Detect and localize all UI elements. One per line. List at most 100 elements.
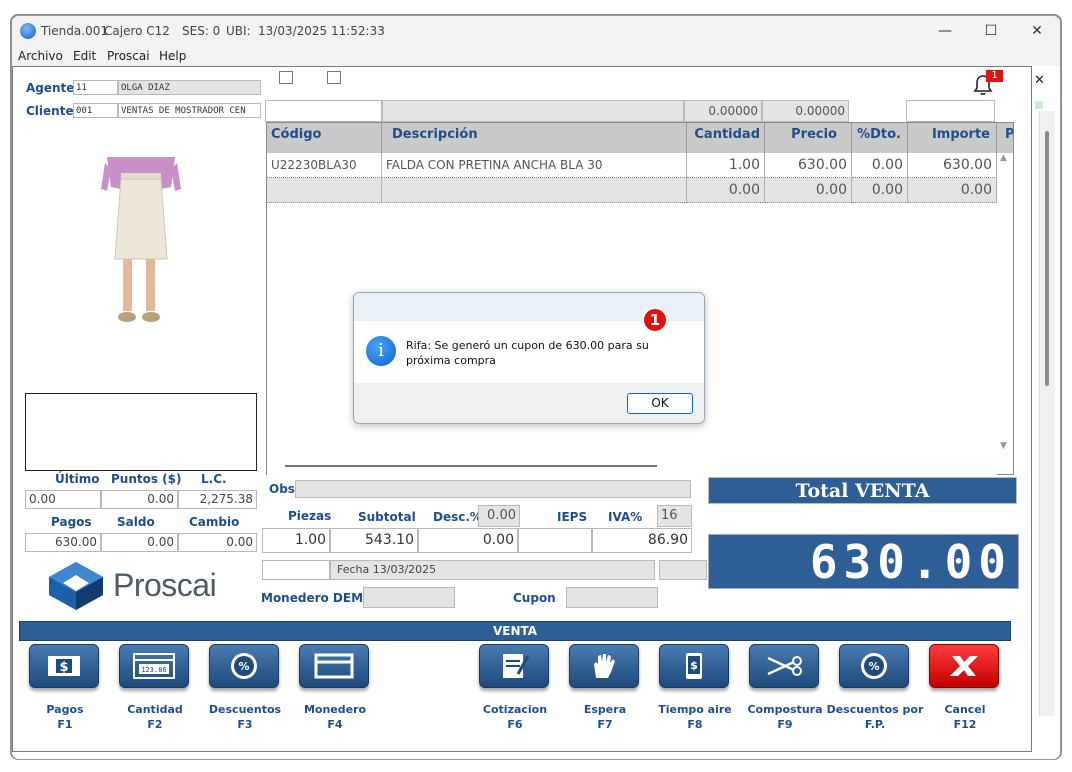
- pagos-f1-button[interactable]: $ Pagos F1: [21, 644, 101, 736]
- menu-archivo[interactable]: Archivo: [18, 49, 63, 63]
- total-venta-label: Total VENTA: [708, 477, 1017, 504]
- grid-vertical-scrollbar[interactable]: ▲ ▼: [997, 153, 1013, 456]
- side-close-icon[interactable]: ✕: [1034, 73, 1045, 88]
- ok-button[interactable]: OK: [627, 393, 693, 414]
- cantidad-f2-button[interactable]: 123.86 Cantidad F2: [111, 644, 191, 736]
- info-icon: i: [366, 336, 396, 366]
- title-ubi: UBI:: [226, 24, 251, 38]
- espera-button-label: Espera F7: [583, 703, 627, 731]
- pagos-button-label: Pagos F1: [46, 703, 84, 731]
- scroll-down-icon[interactable]: ▼: [1000, 441, 1007, 451]
- scroll-up-icon[interactable]: ▲: [1000, 153, 1007, 163]
- menu-proscai[interactable]: Proscai: [107, 49, 150, 63]
- iva-label: IVA%: [608, 510, 643, 524]
- notification-count: 1: [986, 70, 1003, 82]
- menu-help[interactable]: Help: [159, 49, 186, 63]
- row1-dto[interactable]: 0.00: [852, 153, 908, 178]
- row2-codigo[interactable]: [267, 178, 382, 203]
- cupon-field[interactable]: [566, 587, 658, 608]
- tiempo-aire-f8-button[interactable]: $ Tiempo aire F8: [651, 644, 732, 736]
- close-window-button[interactable]: ✕: [1014, 20, 1060, 42]
- col-header-precio[interactable]: Precio: [765, 123, 852, 153]
- cliente-label: Cliente: [26, 104, 74, 118]
- percent-badge-icon: %: [861, 653, 887, 679]
- agente-label: Agente: [26, 81, 75, 95]
- row1-importe[interactable]: 630.00: [908, 153, 997, 178]
- saldo-label: Saldo: [117, 515, 155, 529]
- lc-label: L.C.: [201, 472, 227, 486]
- iva-pct-value: 16: [657, 505, 692, 527]
- descuentos-f3-button[interactable]: % Descuentos F3: [201, 644, 281, 736]
- minimize-button[interactable]: —: [922, 20, 968, 42]
- monedero-dem-label: Monedero DEM: [261, 591, 364, 605]
- monedero-dem-field[interactable]: [363, 587, 455, 608]
- obs-label: Obs: [269, 482, 295, 496]
- svg-text:$: $: [690, 659, 698, 672]
- piezas-label: Piezas: [288, 509, 332, 523]
- puntos-label: Puntos ($): [111, 472, 182, 486]
- title-cashier: Cajero C12: [104, 24, 170, 38]
- cliente-code-field[interactable]: 001: [73, 103, 118, 118]
- descuentos-fp-button-label: Descuentos por F.P.: [826, 703, 924, 731]
- monedero-f4-button[interactable]: Monedero F4: [291, 644, 371, 736]
- col-header-p[interactable]: P: [997, 123, 1013, 153]
- agente-code-field[interactable]: 11: [73, 80, 118, 95]
- search-code-input[interactable]: [265, 100, 382, 122]
- quote-document-icon: [503, 654, 530, 678]
- title-store: Tienda.001: [41, 24, 108, 38]
- row2-precio[interactable]: 0.00: [765, 178, 852, 203]
- row2-descripcion[interactable]: [382, 178, 687, 203]
- desc-pct-value: 0.00: [478, 505, 520, 527]
- descuentos-button-label: Descuentos F3: [208, 703, 282, 731]
- venta-section-bar: VENTA: [19, 621, 1011, 641]
- cotizacion-f6-button[interactable]: Cotizacion F6: [471, 644, 551, 736]
- grid-horizontal-scrollbar[interactable]: [267, 459, 997, 475]
- top-extra-input[interactable]: [906, 100, 995, 122]
- col-header-descripcion[interactable]: Descripción: [382, 123, 687, 153]
- wallet-card-icon: [314, 653, 354, 679]
- money-bill-icon: $: [48, 656, 80, 676]
- col-header-codigo[interactable]: Código: [267, 123, 382, 153]
- subtotal-label: Subtotal: [358, 510, 416, 524]
- option-checkbox-1[interactable]: [279, 71, 293, 84]
- descuentos-fp-button[interactable]: % Descuentos por F.P.: [827, 644, 923, 736]
- maximize-button[interactable]: ☐: [968, 20, 1014, 42]
- puntos-value: 0.00: [101, 490, 178, 509]
- col-header-dto[interactable]: %Dto.: [852, 123, 908, 153]
- step-badge: 1: [642, 307, 668, 333]
- svg-text:123.86: 123.86: [141, 666, 166, 674]
- row1-codigo[interactable]: U22230BLA30: [267, 153, 382, 178]
- menu-edit[interactable]: Edit: [73, 49, 96, 63]
- fecha-extra-field: [659, 560, 707, 580]
- cupon-label: Cupon: [513, 591, 556, 605]
- hscroll-thumb[interactable]: [285, 465, 657, 467]
- dialog-message: Rifa: Se generó un cupon de 630.00 para …: [406, 339, 649, 367]
- cancel-f12-button[interactable]: Cancel F12: [921, 644, 1001, 736]
- row1-precio[interactable]: 630.00: [765, 153, 852, 178]
- row2-dto[interactable]: 0.00: [852, 178, 908, 203]
- col-header-importe[interactable]: Importe: [908, 123, 997, 153]
- side-panel-strip: ✕: [1032, 66, 1060, 716]
- svg-text:$: $: [59, 660, 68, 675]
- col-header-cantidad[interactable]: Cantidad: [687, 123, 765, 153]
- row2-importe[interactable]: 0.00: [908, 178, 997, 203]
- side-scrollbar-thumb[interactable]: [1045, 131, 1049, 386]
- phone-credit-icon: $: [686, 653, 702, 679]
- notification-bell[interactable]: 1: [969, 69, 1003, 97]
- espera-f7-button[interactable]: Espera F7: [561, 644, 641, 736]
- cancel-x-icon: [950, 656, 978, 676]
- cambio-value: 0.00: [178, 533, 257, 552]
- ultimo-value: 0.00: [25, 490, 101, 509]
- total-venta-value: 630.00: [708, 534, 1019, 589]
- row1-cantidad[interactable]: 1.00: [687, 153, 765, 178]
- row2-cantidad[interactable]: 0.00: [687, 178, 765, 203]
- app-globe-icon: [20, 23, 36, 39]
- tiempo-aire-button-label: Tiempo aire F8: [658, 703, 732, 731]
- cambio-label: Cambio: [189, 515, 240, 529]
- obs-field[interactable]: [295, 480, 691, 498]
- option-checkbox-2[interactable]: [327, 71, 341, 84]
- row1-descripcion[interactable]: FALDA CON PRETINA ANCHA BLA 30: [382, 153, 687, 178]
- app-window: Tienda.001 Cajero C12 SES: 0 UBI: 13/03/…: [11, 15, 1061, 760]
- compostura-f9-button[interactable]: Compostura F9: [741, 644, 823, 736]
- side-scrollbar[interactable]: [1039, 111, 1055, 716]
